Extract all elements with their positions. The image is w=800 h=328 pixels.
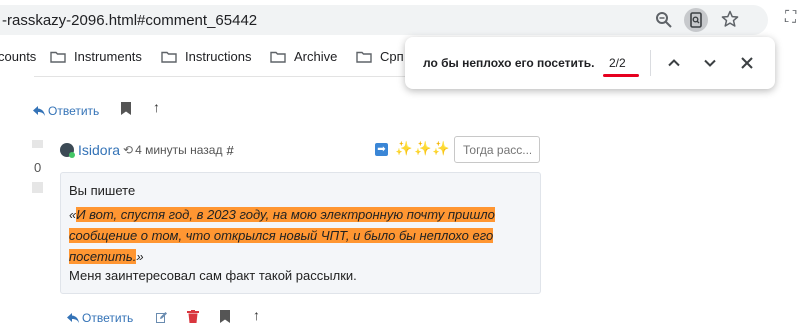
divider — [650, 50, 651, 76]
find-in-page-icon[interactable] — [684, 8, 708, 32]
quote-close: » — [136, 249, 144, 264]
find-match-count: 2/2 — [609, 56, 626, 70]
vote-up-button[interactable] — [32, 140, 43, 148]
sparkle-icon: ✨ — [395, 140, 413, 156]
comment-meta: Isidora ⟲ 4 минуты назад # — [60, 142, 234, 158]
reply-label: Ответить — [48, 104, 100, 118]
edit-icon[interactable] — [156, 312, 167, 323]
vote-down-button[interactable] — [32, 182, 43, 193]
bookmark-archive[interactable]: Archive — [270, 49, 337, 64]
zoom-icon[interactable] — [655, 11, 673, 29]
folder-icon — [161, 51, 177, 63]
bookmark-label: Срп — [380, 49, 404, 64]
bookmark-label: Instruments — [74, 49, 142, 64]
arrow-up-icon[interactable]: ↑ — [153, 99, 160, 115]
search-highlight: И вот, спустя год, в 2023 году, на мою э… — [69, 207, 495, 264]
author-link[interactable]: Isidora — [78, 142, 120, 158]
comment-outro: Меня заинтересовал сам факт такой рассыл… — [69, 268, 357, 283]
comment-body: Вы пишете «И вот, спустя год, в 2023 год… — [60, 172, 541, 294]
vote-count: 0 — [34, 160, 42, 175]
comment-intro: Вы пишете — [69, 183, 136, 198]
folder-icon — [50, 51, 66, 63]
bookmark-label: Instructions — [185, 49, 252, 64]
sparkle-icon: ✨ — [432, 140, 450, 156]
history-icon: ⟲ — [123, 143, 134, 157]
folder-icon — [356, 51, 372, 63]
reply-arrow-icon — [67, 313, 79, 323]
reply-label: Ответить — [82, 311, 134, 325]
context-input[interactable] — [454, 136, 540, 163]
online-status-dot — [69, 152, 75, 158]
permalink[interactable]: # — [226, 143, 233, 158]
comment-actions: Ответить ↑ — [67, 307, 287, 325]
share-icon[interactable]: ➡ — [375, 143, 388, 156]
trash-icon[interactable] — [187, 310, 199, 323]
bookmark-icon[interactable] — [121, 102, 131, 115]
address-bar[interactable]: -rasskazy-2096.html#comment_65442 — [0, 5, 768, 35]
reply-link[interactable]: Ответить — [67, 311, 133, 325]
reply-arrow-icon — [33, 106, 45, 116]
bookmark-instruments[interactable]: Instruments — [50, 49, 142, 64]
bookmark-srp[interactable]: Срп — [356, 49, 404, 64]
chevron-down-icon[interactable] — [701, 54, 719, 72]
chevron-up-icon[interactable] — [665, 54, 683, 72]
bookmark-label: counts — [0, 49, 37, 64]
bookmark-icon[interactable] — [220, 310, 230, 323]
sparkle-icon: ✨ — [414, 140, 432, 156]
arrow-up-icon[interactable]: ↑ — [253, 307, 260, 323]
comment-time: 4 минуты назад — [135, 143, 223, 157]
bookmark-label: Archive — [294, 49, 338, 64]
close-icon[interactable] — [738, 54, 756, 72]
quote-block: «И вот, спустя год, в 2023 году, на мою … — [69, 204, 539, 267]
match-count-underline — [603, 74, 639, 77]
bookmark-star-icon[interactable] — [721, 10, 739, 28]
prev-reply-link[interactable]: Ответить — [33, 104, 99, 118]
page-content: Ответить ↑ 0 Isidora ⟲ 4 минуты назад # … — [0, 76, 800, 328]
extensions-icon[interactable]: ⛶ — [785, 9, 796, 27]
find-bar: ло бы неплохо его посетить. 2/2 — [405, 37, 775, 89]
avatar[interactable] — [60, 143, 75, 158]
folder-icon — [270, 51, 286, 63]
bookmark-instructions[interactable]: Instructions — [161, 49, 251, 64]
bookmark-counts[interactable]: counts — [0, 49, 36, 64]
url-text[interactable]: -rasskazy-2096.html#comment_65442 — [2, 12, 257, 29]
find-query-input[interactable]: ло бы неплохо его посетить. — [423, 56, 594, 70]
